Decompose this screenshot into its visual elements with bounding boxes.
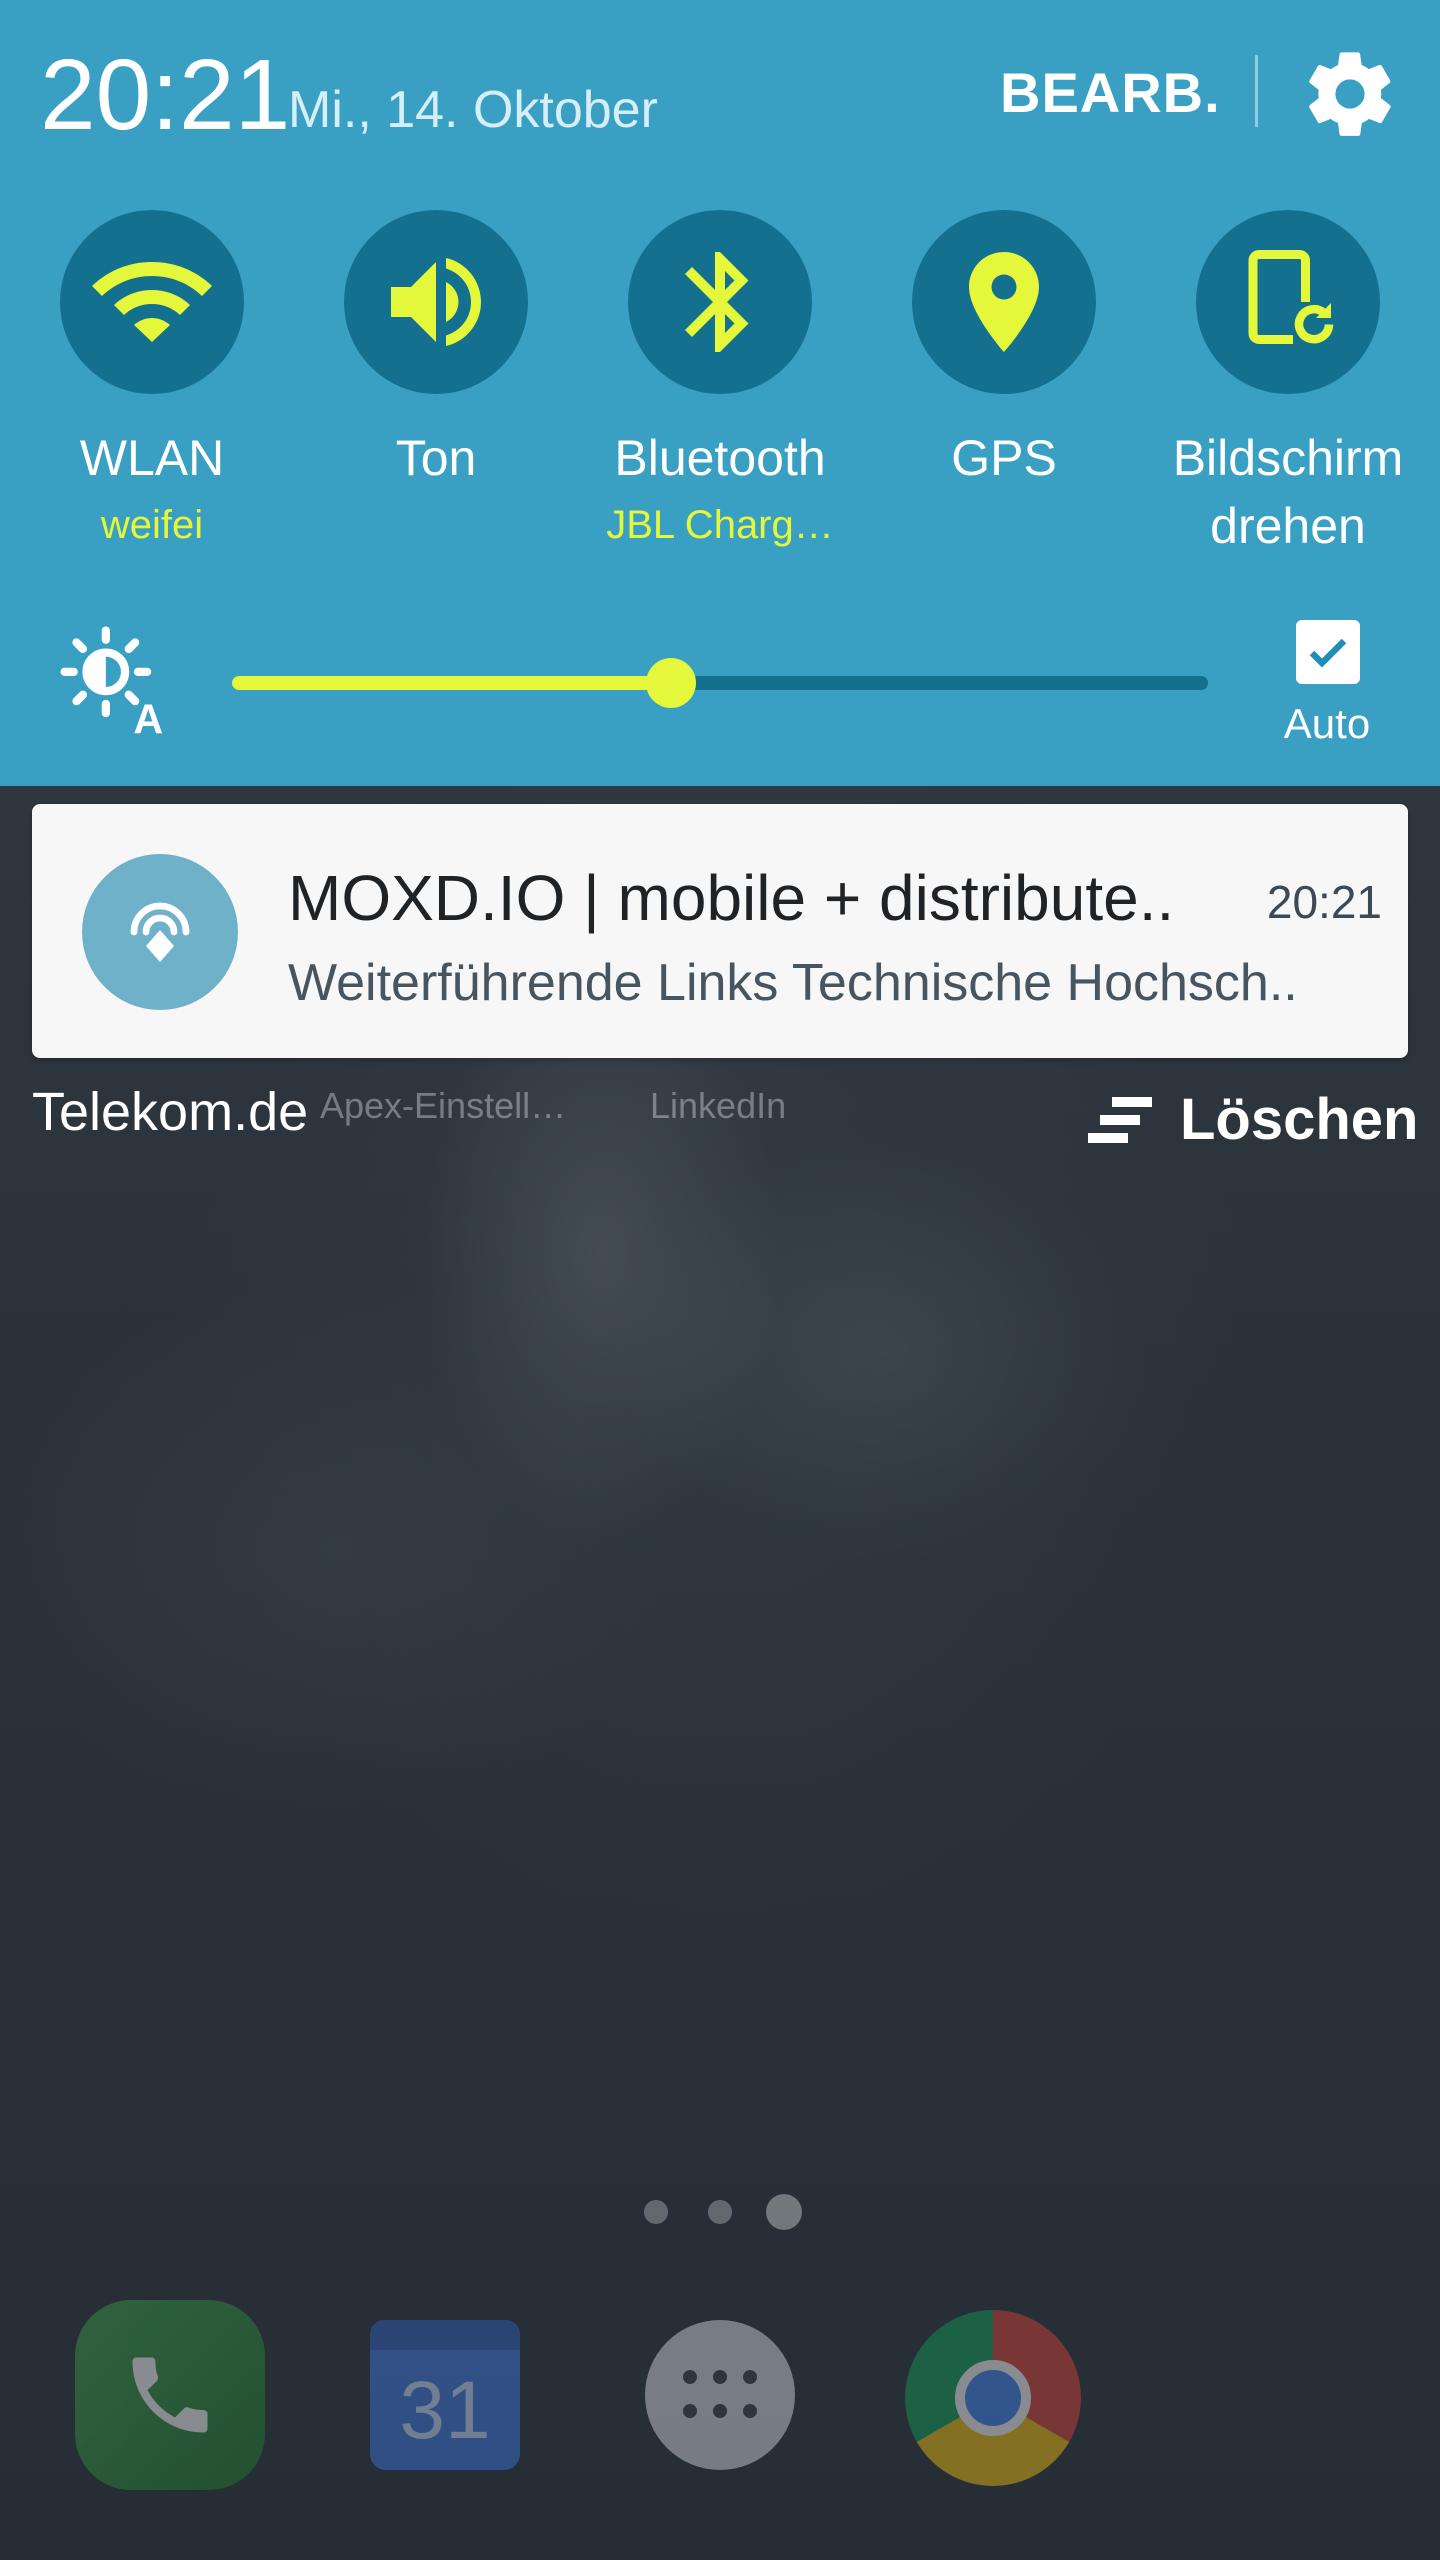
status-clock: 20:21 bbox=[40, 39, 291, 151]
header-divider bbox=[1255, 55, 1258, 127]
bluetooth-icon bbox=[685, 252, 749, 352]
clear-notifications-button[interactable]: Löschen bbox=[1088, 1085, 1419, 1155]
chrome-center bbox=[955, 2360, 1031, 2436]
toggle-screen-rotation-label-line2: drehen bbox=[1210, 498, 1366, 554]
toggle-gps[interactable]: GPS bbox=[862, 210, 1146, 570]
chrome-app-icon[interactable] bbox=[905, 2310, 1081, 2486]
notification-title: MOXD.IO | mobile + distribute.. bbox=[288, 862, 1175, 934]
brightness-slider-thumb[interactable] bbox=[646, 658, 697, 708]
shortcut-label-telekom: Telekom.de bbox=[32, 1082, 309, 1142]
toggle-sound-circle[interactable] bbox=[344, 210, 528, 394]
svg-text:A: A bbox=[133, 697, 163, 736]
screen-rotation-icon bbox=[1248, 250, 1338, 347]
status-date: Mi., 14. Oktober bbox=[288, 81, 658, 139]
quick-settings-panel: 20:21 Mi., 14. Oktober BEARB. WLAN weife… bbox=[0, 0, 1440, 786]
shortcut-label-linkedin: LinkedIn bbox=[650, 1085, 787, 1126]
notification-app-icon bbox=[82, 854, 238, 1010]
brightness-slider-fill bbox=[232, 676, 672, 690]
clear-all-icon bbox=[1088, 1097, 1152, 1143]
notification-card[interactable]: MOXD.IO | mobile + distribute.. 20:21 We… bbox=[32, 804, 1408, 1058]
toggle-wlan-circle[interactable] bbox=[60, 210, 244, 394]
page-dot bbox=[708, 2200, 732, 2224]
app-dock: 31 bbox=[0, 2300, 1440, 2500]
toggle-gps-circle[interactable] bbox=[912, 210, 1096, 394]
checkmark-icon bbox=[1309, 638, 1347, 668]
toggle-wlan[interactable]: WLAN weifei bbox=[10, 210, 294, 570]
brightness-control: A Auto bbox=[0, 620, 1440, 760]
settings-gear-icon[interactable] bbox=[1300, 44, 1400, 144]
toggle-wlan-label: WLAN bbox=[79, 430, 225, 486]
page-dot-current bbox=[766, 2194, 802, 2230]
toggle-bluetooth[interactable]: Bluetooth JBL Charg… bbox=[578, 210, 862, 570]
toggle-screen-rotation-circle[interactable] bbox=[1196, 210, 1380, 394]
brightness-slider[interactable] bbox=[232, 658, 1208, 708]
page-indicator bbox=[0, 2190, 1440, 2230]
notification-time: 20:21 bbox=[1266, 876, 1382, 928]
apps-drawer-icon[interactable] bbox=[645, 2320, 795, 2470]
quick-toggle-row: WLAN weifei Ton Bluetooth JBL Charg… GPS… bbox=[0, 210, 1440, 570]
toggle-screen-rotation[interactable]: Bildschirm drehen bbox=[1146, 210, 1430, 570]
toggle-sound[interactable]: Ton bbox=[294, 210, 578, 570]
page-dot bbox=[644, 2200, 668, 2224]
toggle-screen-rotation-label: Bildschirm bbox=[1172, 430, 1404, 486]
toggle-gps-label: GPS bbox=[951, 430, 1057, 486]
toggle-sound-label: Ton bbox=[395, 430, 477, 486]
auto-brightness-label: Auto bbox=[1283, 700, 1371, 747]
shortcut-label-apex: Apex-Einstell… bbox=[320, 1085, 567, 1126]
calendar-day-number: 31 bbox=[399, 2365, 491, 2456]
broadcast-pin-icon bbox=[130, 902, 190, 962]
toggle-bluetooth-device: JBL Charg… bbox=[606, 503, 834, 547]
auto-brightness-icon: A bbox=[60, 626, 170, 743]
calendar-app-icon[interactable]: 31 bbox=[370, 2320, 520, 2470]
speaker-icon bbox=[391, 258, 481, 346]
edit-button[interactable]: BEARB. bbox=[1000, 60, 1221, 126]
auto-brightness-checkbox[interactable] bbox=[1296, 620, 1360, 684]
wifi-icon bbox=[92, 262, 212, 342]
toggle-bluetooth-label: Bluetooth bbox=[614, 430, 826, 486]
phone-app-icon[interactable] bbox=[75, 2300, 265, 2490]
clear-notifications-label: Löschen bbox=[1180, 1087, 1419, 1152]
toggle-wlan-network: weifei bbox=[100, 503, 204, 547]
location-pin-icon bbox=[969, 252, 1039, 352]
notification-text: Weiterführende Links Technische Hochsch.… bbox=[288, 954, 1298, 1012]
toggle-bluetooth-circle[interactable] bbox=[628, 210, 812, 394]
